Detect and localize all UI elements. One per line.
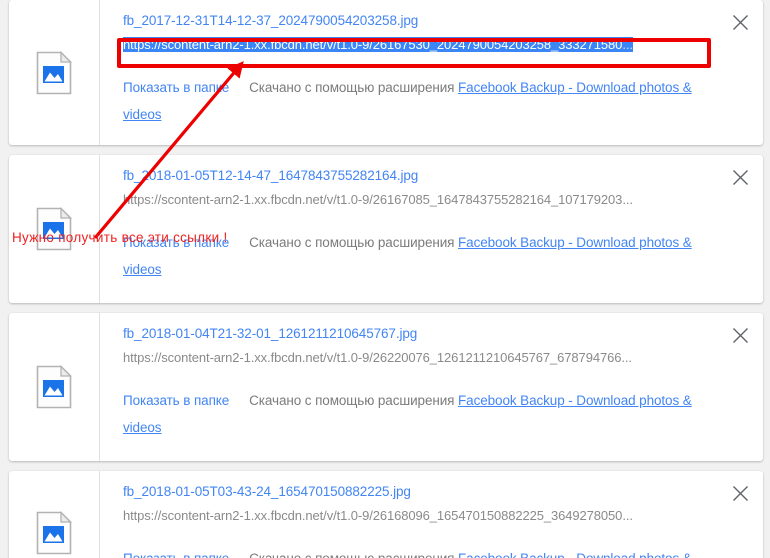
download-actions: Показать в папке Скачано с помощью расшир… — [123, 229, 723, 283]
download-url-ellipsis: ... — [621, 350, 632, 365]
download-item[interactable]: fb_2018-01-05T12-14-47_1647843755282164.… — [9, 155, 763, 303]
close-icon[interactable] — [726, 163, 754, 191]
download-url[interactable]: https://scontent-arn2-1.xx.fbcdn.net/v/t… — [123, 507, 719, 524]
download-url-text: https://scontent-arn2-1.xx.fbcdn.net/v/t… — [123, 37, 623, 52]
download-source-label: Скачано с помощью расширения — [249, 80, 455, 95]
download-details: fb_2017-12-31T14-12-37_2024790054203258.… — [100, 0, 763, 145]
download-item[interactable]: fb_2017-12-31T14-12-37_2024790054203258.… — [9, 0, 763, 145]
image-file-icon — [36, 206, 73, 251]
download-url-text: https://scontent-arn2-1.xx.fbcdn.net/v/t… — [123, 350, 622, 365]
download-url-ellipsis: ... — [622, 37, 633, 52]
show-in-folder-link[interactable]: Показать в папке — [123, 235, 229, 250]
download-actions: Показать в папке Скачано с помощью расшир… — [123, 387, 723, 441]
download-url-ellipsis: ... — [622, 508, 633, 523]
download-url-text: https://scontent-arn2-1.xx.fbcdn.net/v/t… — [123, 192, 623, 207]
show-in-folder-link[interactable]: Показать в папке — [123, 80, 229, 95]
downloads-list: fb_2017-12-31T14-12-37_2024790054203258.… — [0, 0, 770, 558]
download-file-name[interactable]: fb_2017-12-31T14-12-37_2024790054203258.… — [123, 12, 763, 29]
image-file-icon — [36, 364, 73, 409]
image-file-icon — [36, 510, 73, 555]
download-item[interactable]: fb_2018-01-04T21-32-01_1261211210645767.… — [9, 313, 763, 461]
download-url[interactable]: https://scontent-arn2-1.xx.fbcdn.net/v/t… — [123, 349, 719, 366]
close-icon[interactable] — [726, 321, 754, 349]
file-icon-column — [9, 155, 100, 303]
download-details: fb_2018-01-04T21-32-01_1261211210645767.… — [100, 313, 763, 461]
download-item[interactable]: fb_2018-01-05T03-43-24_165470150882225.j… — [9, 471, 763, 558]
file-icon-column — [9, 471, 100, 558]
show-in-folder-link[interactable]: Показать в папке — [123, 393, 229, 408]
close-icon[interactable] — [726, 8, 754, 36]
file-icon-column — [9, 0, 100, 145]
close-icon[interactable] — [726, 479, 754, 507]
download-url-ellipsis: ... — [622, 192, 633, 207]
download-url[interactable]: https://scontent-arn2-1.xx.fbcdn.net/v/t… — [123, 191, 719, 208]
download-source-label: Скачано с помощью расширения — [249, 235, 455, 250]
download-details: fb_2018-01-05T03-43-24_165470150882225.j… — [100, 471, 763, 558]
download-source-label: Скачано с помощью расширения — [249, 393, 455, 408]
download-url-text: https://scontent-arn2-1.xx.fbcdn.net/v/t… — [123, 508, 623, 523]
show-in-folder-link[interactable]: Показать в папке — [123, 551, 229, 558]
image-file-icon — [36, 50, 73, 95]
download-file-name[interactable]: fb_2018-01-04T21-32-01_1261211210645767.… — [123, 325, 763, 342]
download-actions: Показать в папке Скачано с помощью расшир… — [123, 74, 723, 128]
download-actions: Показать в папке Скачано с помощью расшир… — [123, 545, 723, 558]
download-url-0[interactable]: https://scontent-arn2-1.xx.fbcdn.net/v/t… — [123, 36, 719, 53]
download-file-name[interactable]: fb_2018-01-05T03-43-24_165470150882225.j… — [123, 483, 763, 500]
download-file-name[interactable]: fb_2018-01-05T12-14-47_1647843755282164.… — [123, 167, 763, 184]
download-source-label: Скачано с помощью расширения — [249, 551, 454, 558]
file-icon-column — [9, 313, 100, 461]
download-details: fb_2018-01-05T12-14-47_1647843755282164.… — [100, 155, 763, 303]
